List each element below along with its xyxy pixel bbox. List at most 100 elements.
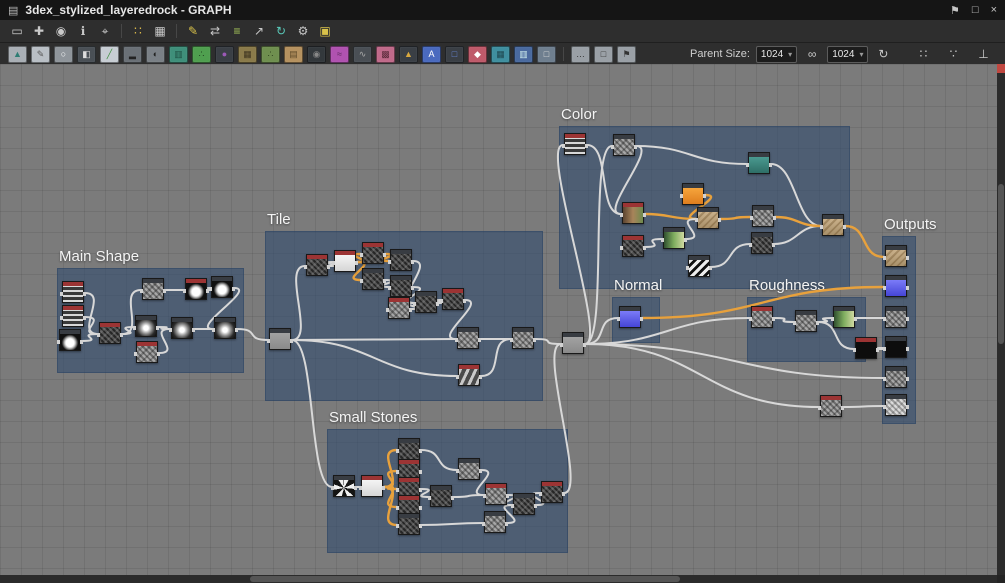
graph-node-r2[interactable] bbox=[831, 306, 857, 328]
graph-node-t3[interactable] bbox=[360, 242, 386, 264]
graph-node-c2[interactable] bbox=[746, 152, 772, 174]
graph-node-t7[interactable] bbox=[386, 297, 412, 319]
tile-generator-icon[interactable]: ▦ bbox=[491, 45, 510, 63]
clouds-noise-icon[interactable]: ≈ bbox=[330, 45, 349, 63]
close-window-button[interactable]: × bbox=[991, 4, 997, 17]
graph-node-m10[interactable] bbox=[169, 317, 195, 339]
graph-node-s8[interactable] bbox=[456, 458, 482, 480]
levels-node-icon[interactable]: ▂ bbox=[123, 45, 142, 63]
transform-2d-icon[interactable]: □ bbox=[445, 45, 464, 63]
height-blend-icon[interactable]: ▤ bbox=[284, 45, 303, 63]
cells-noise-icon[interactable]: ▩ bbox=[376, 45, 395, 63]
graph-node-s12[interactable] bbox=[482, 511, 508, 533]
graph-node-o1[interactable] bbox=[883, 275, 909, 297]
text-node-icon[interactable]: A bbox=[422, 45, 441, 63]
graph-node-t12[interactable] bbox=[510, 327, 536, 349]
safe-transform-icon[interactable]: □ bbox=[537, 45, 556, 63]
graph-node-t5[interactable] bbox=[388, 249, 414, 271]
vertical-scrollbar[interactable] bbox=[997, 64, 1005, 575]
info-icon[interactable]: ℹ bbox=[73, 22, 93, 40]
graph-node-t6[interactable] bbox=[388, 275, 414, 297]
link-size-icon[interactable]: ∞ bbox=[802, 45, 822, 63]
graph-node-t8[interactable] bbox=[413, 291, 439, 313]
blend-icon[interactable]: ◧ bbox=[77, 45, 96, 63]
transform-tool-icon[interactable]: ✚ bbox=[29, 22, 49, 40]
shuffle-links-icon[interactable]: ⇄ bbox=[205, 22, 225, 40]
float-window-button[interactable]: □ bbox=[972, 4, 979, 17]
graph-node-s10[interactable] bbox=[511, 493, 537, 515]
tools-icon[interactable]: ⚙ bbox=[293, 22, 313, 40]
graph-node-m7[interactable] bbox=[140, 278, 166, 300]
graph-node-m3[interactable] bbox=[57, 329, 83, 351]
graph-node-s11[interactable] bbox=[539, 481, 565, 503]
levels-icon[interactable]: ≡ bbox=[227, 22, 247, 40]
sphere-icon[interactable]: ◉ bbox=[307, 45, 326, 63]
anchor-icon[interactable]: ⊥ bbox=[973, 45, 993, 63]
frame-tool-icon[interactable]: □ bbox=[594, 45, 613, 63]
graph-node-c10[interactable] bbox=[686, 255, 712, 277]
graph-node-t2[interactable] bbox=[332, 250, 358, 272]
perlin-noise-icon[interactable]: ∿ bbox=[353, 45, 372, 63]
graph-node-c9[interactable] bbox=[749, 232, 775, 254]
graph-node-o5[interactable] bbox=[883, 394, 909, 416]
output-preview-icon[interactable]: ∷ bbox=[913, 45, 933, 63]
graph-node-c8[interactable] bbox=[661, 227, 687, 249]
graph-node-m5[interactable] bbox=[133, 315, 159, 337]
graph-node-t0[interactable] bbox=[267, 328, 293, 350]
horizontal-scroll-handle[interactable] bbox=[250, 576, 680, 582]
graph-node-m9[interactable] bbox=[209, 276, 235, 298]
graph-node-s7[interactable] bbox=[428, 485, 454, 507]
graph-node-j[interactable] bbox=[560, 332, 586, 354]
uniform-color-icon[interactable]: ○ bbox=[54, 45, 73, 63]
graph-node-o3[interactable] bbox=[883, 336, 909, 358]
graph-node-c6[interactable] bbox=[750, 205, 776, 227]
gradient-map-icon[interactable]: ▥ bbox=[169, 45, 188, 63]
graph-node-l1[interactable] bbox=[818, 395, 844, 417]
export-icon[interactable]: ↗ bbox=[249, 22, 269, 40]
snapshot-icon[interactable]: ◉ bbox=[51, 22, 71, 40]
zoom-icon[interactable]: ⌖ bbox=[95, 22, 115, 40]
bitmap-node-icon[interactable]: ▲ bbox=[8, 45, 27, 63]
parent-height-dropdown[interactable]: 1024 ▾ bbox=[827, 45, 869, 63]
graph-node-t4[interactable] bbox=[360, 268, 386, 290]
bevel-icon[interactable]: ▲ bbox=[399, 45, 418, 63]
graph-node-m8[interactable] bbox=[183, 278, 209, 300]
splatter-icon[interactable]: ∴ bbox=[261, 45, 280, 63]
graph-node-s1[interactable] bbox=[359, 475, 385, 497]
graph-node-t9[interactable] bbox=[440, 288, 466, 310]
graph-node-t11[interactable] bbox=[456, 364, 482, 386]
graph-node-c3[interactable] bbox=[680, 183, 706, 205]
graph-canvas[interactable]: Main Shape Tile Small Stones Color Normal Rou… bbox=[0, 64, 1005, 583]
horizontal-scrollbar[interactable] bbox=[0, 575, 997, 583]
distance-icon[interactable]: ◆ bbox=[468, 45, 487, 63]
parent-width-dropdown[interactable]: 1024 ▾ bbox=[755, 45, 798, 63]
graph-node-c0[interactable] bbox=[562, 133, 588, 155]
graph-node-r0[interactable] bbox=[749, 306, 775, 328]
graph-node-s6[interactable] bbox=[396, 513, 422, 535]
graph-node-c4[interactable] bbox=[620, 202, 646, 224]
pencil-icon[interactable]: ✎ bbox=[183, 22, 203, 40]
graph-node-m11[interactable] bbox=[212, 317, 238, 339]
svg-node-icon[interactable]: ✎ bbox=[31, 45, 50, 63]
graph-node-c1[interactable] bbox=[611, 134, 637, 156]
pin-window-button[interactable]: ⚑ bbox=[950, 4, 960, 17]
pin-comment-icon[interactable]: ⚑ bbox=[617, 45, 636, 63]
graph-node-c5[interactable] bbox=[695, 207, 721, 229]
graph-node-t10[interactable] bbox=[455, 327, 481, 349]
graph-node-n0[interactable] bbox=[617, 306, 643, 328]
relative-size-icon[interactable]: ↻ bbox=[873, 45, 893, 63]
graph-node-m1[interactable] bbox=[60, 281, 86, 303]
hsl-icon[interactable]: ◐ bbox=[146, 45, 165, 63]
compact-nodes-icon[interactable]: ∷ bbox=[128, 22, 148, 40]
flood-fill-icon[interactable]: ▥ bbox=[514, 45, 533, 63]
shape-icon[interactable]: ● bbox=[215, 45, 234, 63]
graph-node-s0[interactable] bbox=[331, 475, 357, 497]
graph-node-m2[interactable] bbox=[60, 305, 86, 327]
comment-icon[interactable]: … bbox=[571, 45, 590, 63]
select-tool-icon[interactable]: ▭ bbox=[7, 22, 27, 40]
graph-node-s9[interactable] bbox=[483, 483, 509, 505]
graph-node-t1[interactable] bbox=[304, 254, 330, 276]
graph-node-b0[interactable] bbox=[853, 337, 879, 359]
graph-node-s2[interactable] bbox=[396, 438, 422, 460]
graph-node-c7[interactable] bbox=[620, 235, 646, 257]
